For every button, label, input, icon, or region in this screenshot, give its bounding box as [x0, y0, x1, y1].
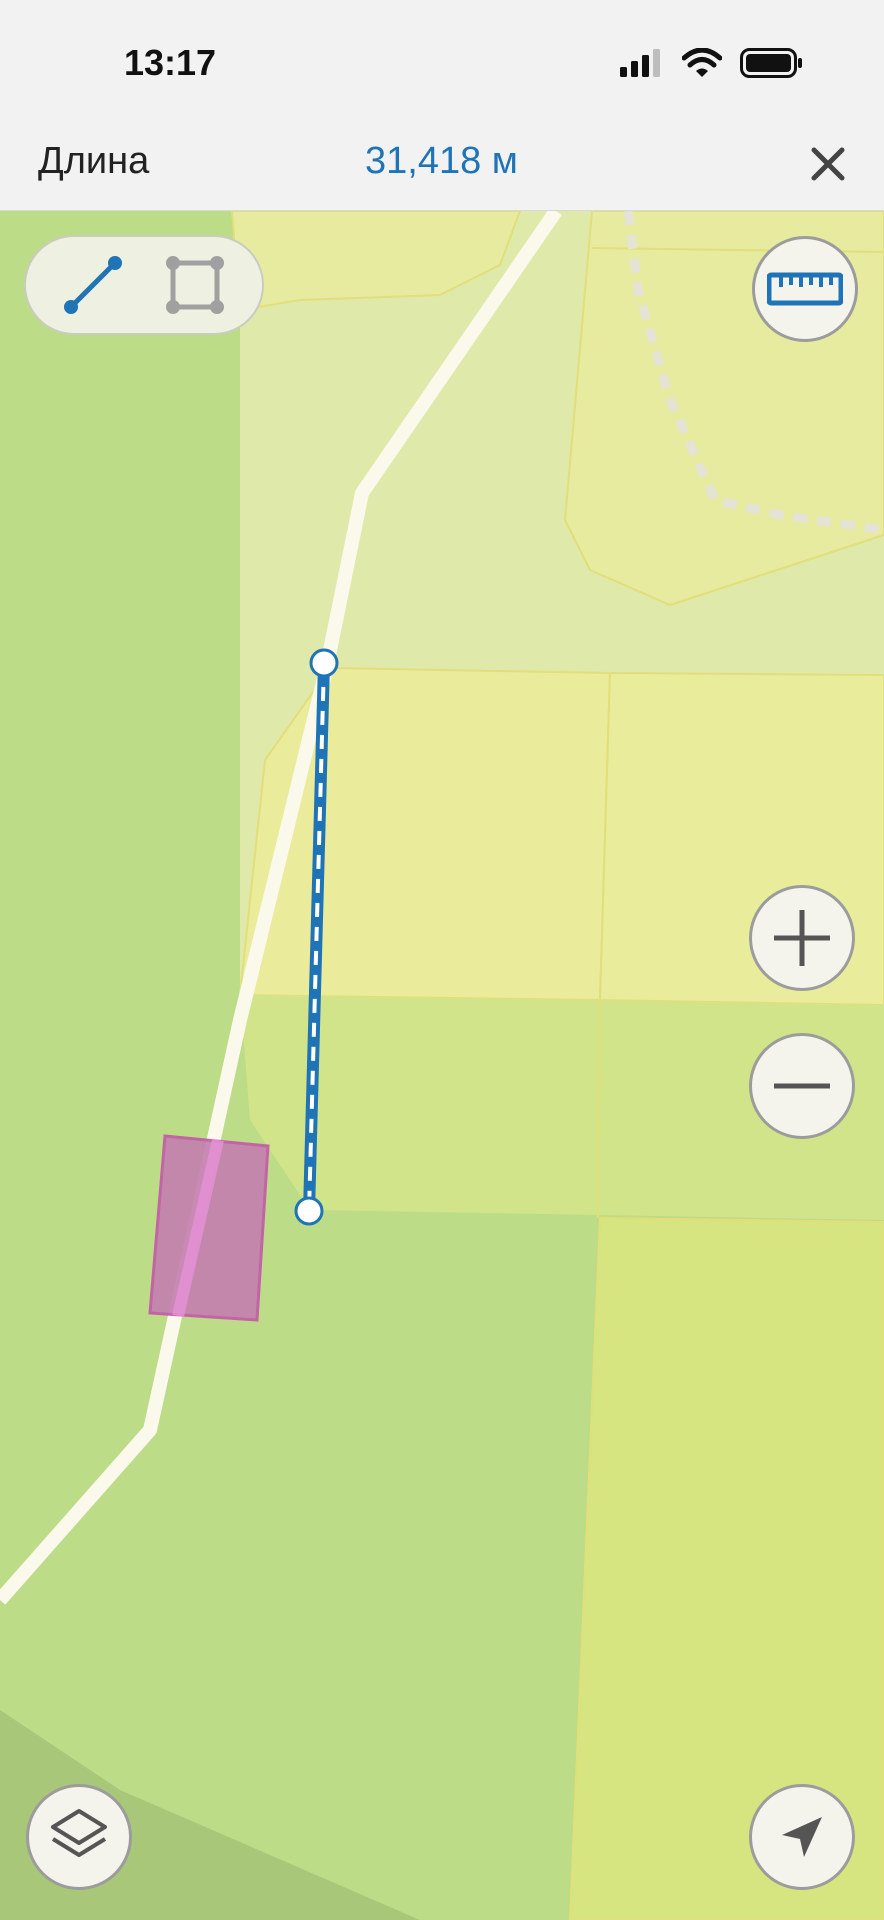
polygon-square-icon [166, 256, 224, 314]
status-icons [620, 48, 804, 78]
measurement-value: 31,418 м [365, 140, 518, 182]
status-time: 13:17 [124, 42, 217, 83]
layers-button[interactable] [26, 1784, 132, 1890]
map-view[interactable] [0, 211, 884, 1920]
measure-mode-selector [24, 235, 264, 335]
navigation-arrow-icon [782, 1817, 822, 1857]
measure-header: Длина 31,418 м [0, 120, 884, 211]
zoom-in-button[interactable] [749, 885, 855, 991]
measure-type-label: Длина [38, 140, 150, 182]
measure-point-end[interactable] [294, 1196, 324, 1226]
my-location-button[interactable] [749, 1784, 855, 1890]
map-canvas[interactable] [0, 211, 884, 1920]
layers-icon [51, 1809, 107, 1857]
area-mode-button[interactable] [159, 249, 231, 321]
zoom-out-button[interactable] [749, 1033, 855, 1139]
status-bar: 13:17 [0, 0, 884, 120]
close-icon [811, 147, 845, 181]
minus-icon [774, 1083, 830, 1089]
line-segment-icon [64, 256, 122, 314]
line-mode-button[interactable] [57, 249, 129, 321]
wifi-icon [682, 48, 722, 77]
cellular-signal-icon [620, 49, 660, 77]
ruler-button[interactable] [752, 236, 858, 342]
measure-point-start[interactable] [309, 648, 339, 678]
close-button[interactable] [800, 136, 856, 192]
plus-icon [774, 910, 830, 966]
battery-icon [740, 48, 802, 78]
ruler-icon [767, 272, 843, 306]
